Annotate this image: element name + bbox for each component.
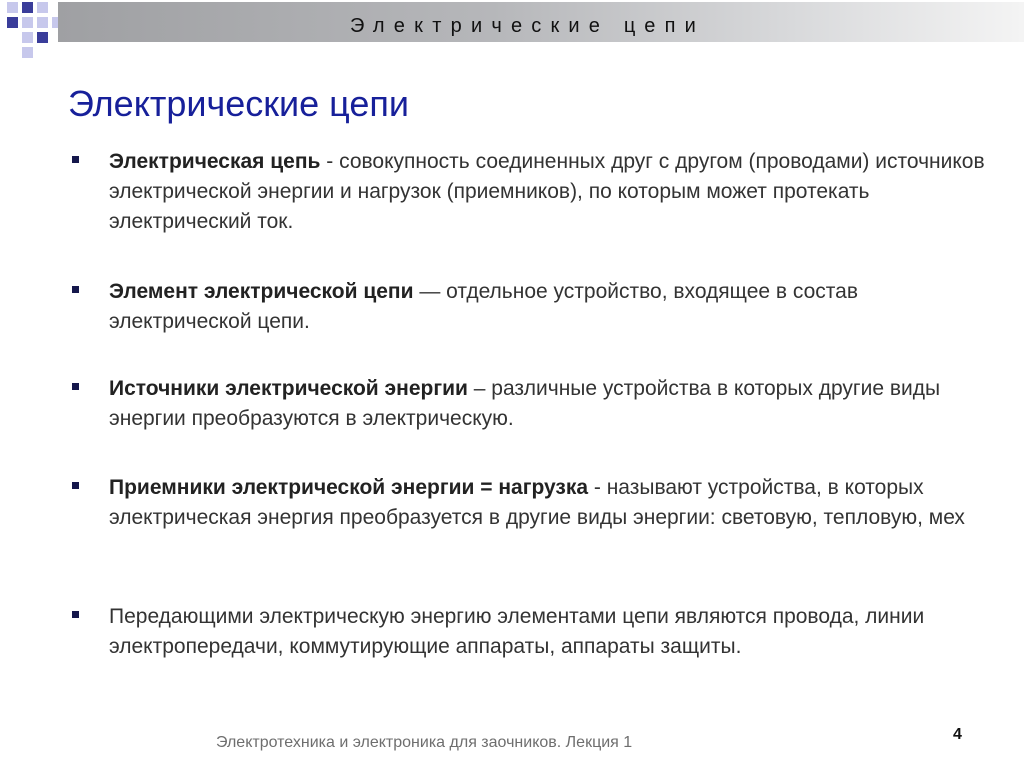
bullet-text: Передающими электрическую энергию элемен… (109, 602, 989, 662)
bullet-square-icon (72, 383, 79, 390)
bullet-term: Приемники электрической энергии = нагруз… (109, 476, 589, 499)
header-bar-title: Электрические цепи (350, 15, 706, 37)
bullet-term: Источники электрической энергии (109, 377, 468, 400)
bullet-term: Электрическая цепь (109, 150, 321, 173)
bullet-text: Электрическая цепь - совокупность соедин… (109, 147, 989, 237)
bullet-term: Элемент электрической цепи (109, 280, 414, 303)
slide-title: Электрические цепи (68, 83, 409, 124)
header-bar: Электрические цепи (58, 2, 1024, 42)
bullet-text: Приемники электрической энергии = нагруз… (109, 473, 989, 533)
bullet-text: Элемент электрической цепи — отдельное у… (109, 277, 989, 337)
bullet-square-icon (72, 611, 79, 618)
footer-text: Электротехника и электроника для заочник… (216, 734, 633, 751)
bullet-square-icon (72, 482, 79, 489)
bullet-definition: Передающими электрическую энергию элемен… (109, 605, 925, 658)
bullet-square-icon (72, 286, 79, 293)
bullet-text: Источники электрической энергии – различ… (109, 374, 989, 434)
bullet-square-icon (72, 156, 79, 163)
page-number: 4 (953, 726, 962, 743)
